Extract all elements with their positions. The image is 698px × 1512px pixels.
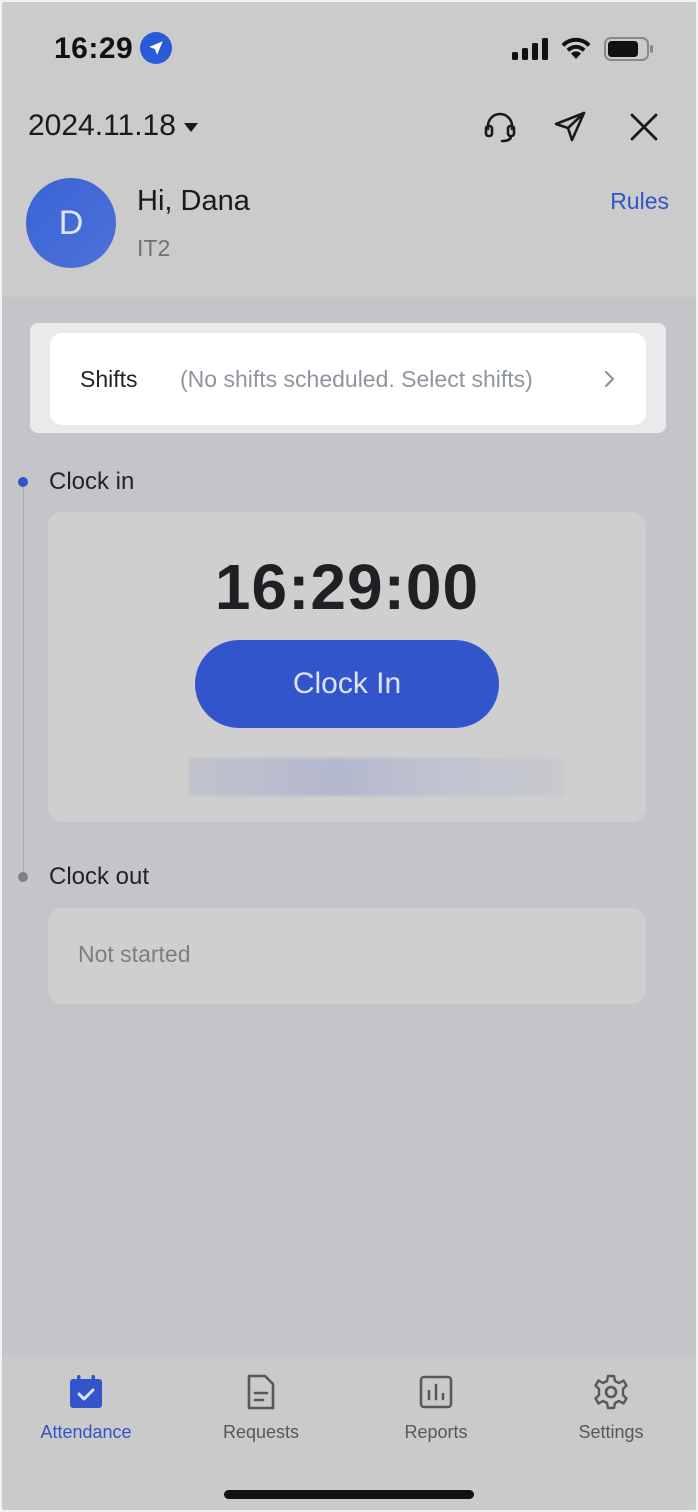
tab-requests[interactable]: Requests	[186, 1374, 336, 1464]
battery-icon	[604, 37, 653, 61]
clock-in-title: Clock in	[49, 468, 135, 495]
gear-icon	[594, 1374, 628, 1410]
home-indicator	[224, 1490, 474, 1499]
rules-link[interactable]: Rules	[610, 188, 669, 215]
shifts-value: (No shifts scheduled. Select shifts)	[180, 366, 533, 392]
shifts-label: Shifts	[80, 366, 138, 392]
clock-out-title: Clock out	[49, 863, 150, 890]
tab-reports[interactable]: Reports	[361, 1374, 511, 1464]
timeline-dot-inactive	[18, 872, 28, 882]
timeline-dot-active	[18, 477, 28, 487]
app-screen: 16:29 2024.11.18 D Hi, Dana IT2 Rules Sh…	[2, 2, 696, 1510]
status-time: 16:29	[54, 32, 134, 65]
timeline-line	[23, 485, 24, 875]
clock-out-status: Not started	[78, 941, 191, 967]
location-arrow-icon	[140, 32, 172, 64]
tab-label: Requests	[222, 1422, 300, 1442]
chevron-right-icon	[604, 370, 615, 388]
clock-time: 16:29:00	[214, 551, 480, 623]
shifts-row[interactable]: Shifts (No shifts scheduled. Select shif…	[50, 333, 646, 425]
headset-support-icon[interactable]	[482, 109, 518, 145]
user-info: D Hi, Dana IT2 Rules	[2, 177, 696, 277]
tab-label: Reports	[404, 1422, 468, 1442]
tab-label: Settings	[578, 1422, 644, 1442]
department-text: IT2	[137, 235, 171, 261]
calendar-check-icon	[70, 1375, 102, 1408]
nav-bar: 2024.11.18	[2, 97, 696, 157]
tab-label: Attendance	[40, 1422, 132, 1442]
caret-down-icon	[183, 122, 198, 132]
location-info-blurred	[189, 758, 563, 796]
avatar: D	[26, 178, 116, 268]
status-bar: 16:29	[2, 2, 696, 92]
date-label: 2024.11.18	[28, 109, 176, 142]
header-area: 16:29 2024.11.18 D Hi, Dana IT2 Rules	[2, 2, 696, 297]
send-share-icon[interactable]	[552, 109, 588, 145]
tab-settings[interactable]: Settings	[536, 1374, 686, 1464]
greeting-text: Hi, Dana	[137, 185, 250, 217]
date-selector[interactable]: 2024.11.18	[28, 109, 198, 143]
clock-in-button[interactable]: Clock In	[195, 640, 499, 728]
wifi-icon	[561, 37, 591, 59]
tab-attendance[interactable]: Attendance	[11, 1374, 161, 1464]
shifts-highlight: Shifts (No shifts scheduled. Select shif…	[30, 323, 666, 433]
bar-chart-icon	[419, 1375, 453, 1409]
document-icon	[247, 1374, 275, 1410]
cellular-signal-icon	[512, 38, 548, 60]
clock-out-card: Not started	[48, 908, 646, 1004]
tab-bar: Attendance Requests Reports Settings	[2, 1356, 696, 1510]
close-icon[interactable]	[626, 109, 662, 145]
clock-in-card: 16:29:00 Clock In	[48, 512, 646, 822]
